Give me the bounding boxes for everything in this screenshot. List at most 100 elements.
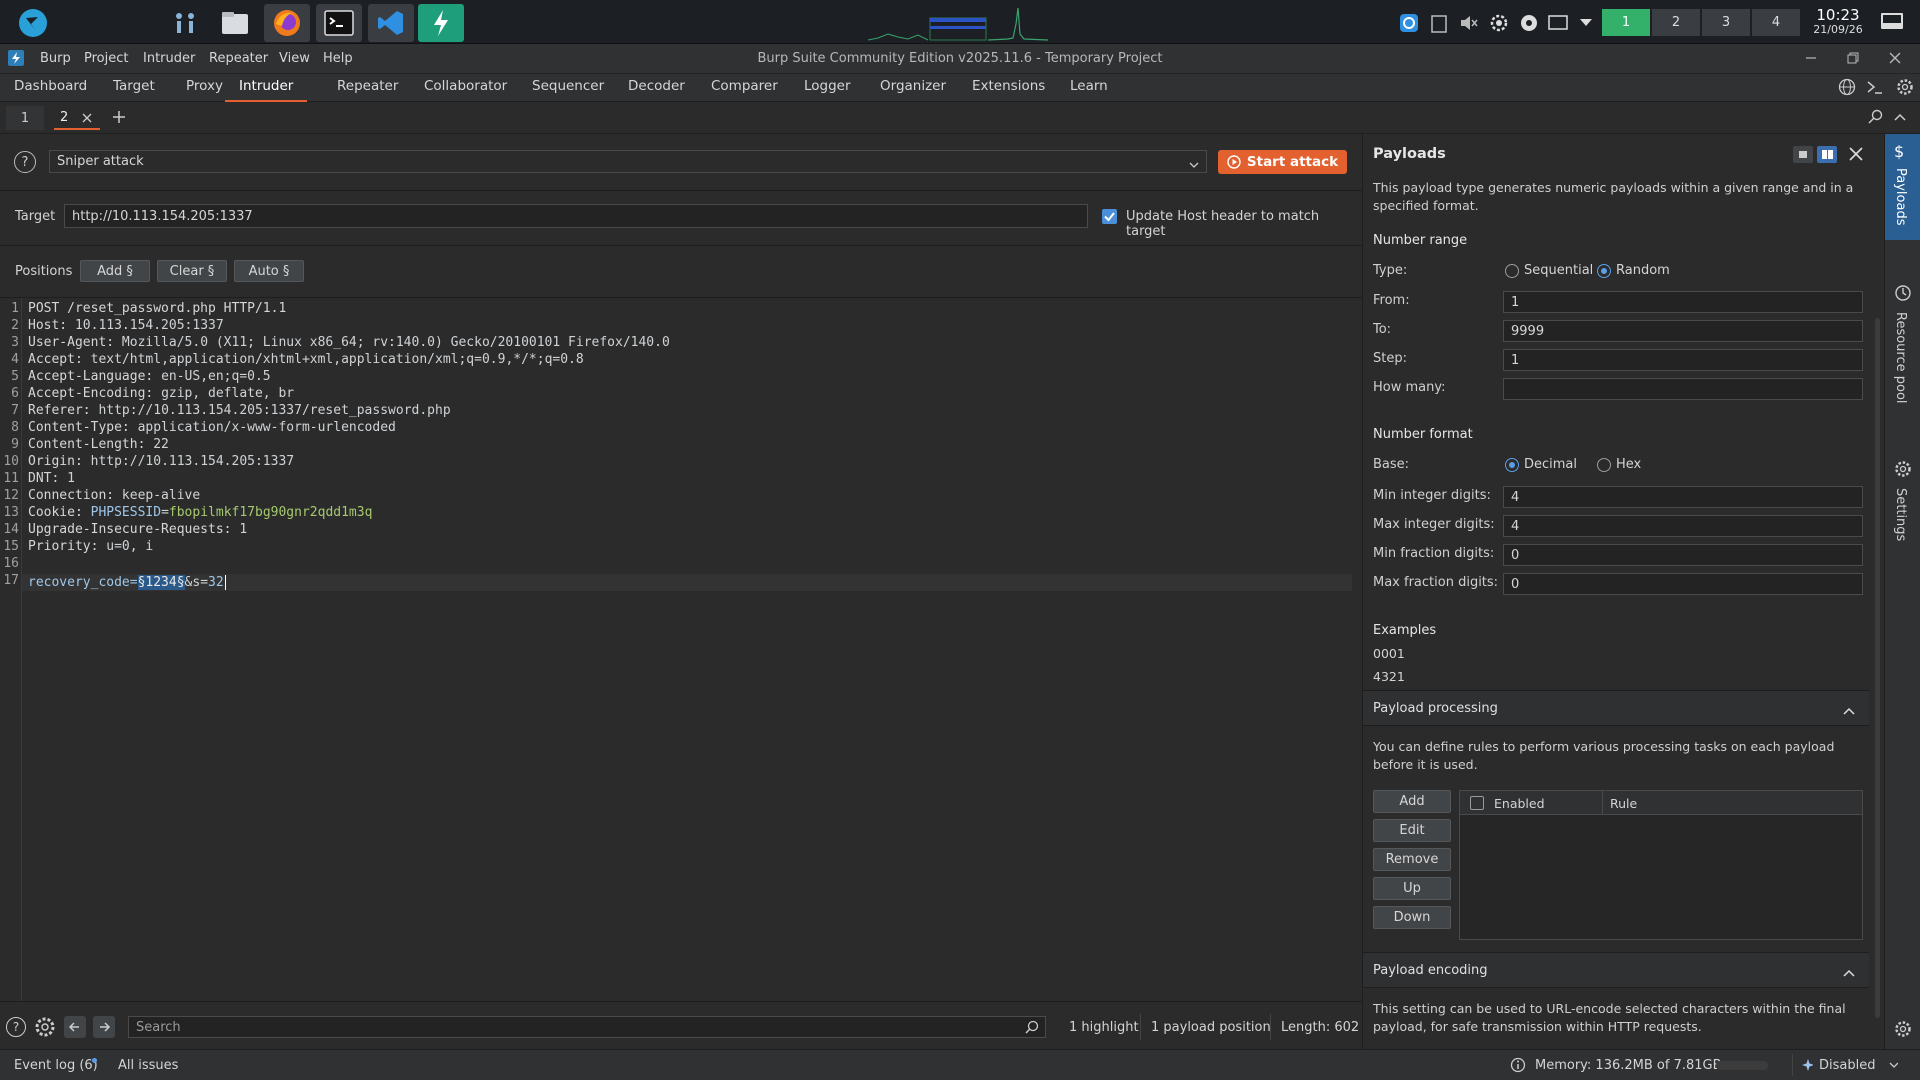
close-panel-icon[interactable] bbox=[1849, 147, 1863, 165]
workspace-3[interactable]: 3 bbox=[1702, 9, 1750, 36]
search-icon[interactable] bbox=[1025, 1020, 1039, 1038]
request-line[interactable]: User-Agent: Mozilla/5.0 (X11; Linux x86_… bbox=[28, 335, 670, 350]
rule-edit-button[interactable]: Edit bbox=[1373, 819, 1451, 842]
processing-chevron-up-icon[interactable] bbox=[1843, 704, 1855, 719]
rule-up-button[interactable]: Up bbox=[1373, 877, 1451, 900]
tab-dashboard[interactable]: Dashboard bbox=[14, 78, 87, 102]
request-line[interactable]: Referer: http://10.113.154.205:1337/rese… bbox=[28, 403, 451, 418]
forward-arrow-icon[interactable] bbox=[93, 1016, 115, 1038]
rule-add-button[interactable]: Add bbox=[1373, 790, 1451, 813]
request-line[interactable]: Priority: u=0, i bbox=[28, 539, 153, 554]
settings-gear-icon[interactable] bbox=[1896, 78, 1914, 100]
files-icon[interactable] bbox=[212, 4, 258, 42]
display-icon[interactable] bbox=[1547, 12, 1569, 34]
to-input[interactable]: 9999 bbox=[1503, 320, 1863, 342]
tab-comparer[interactable]: Comparer bbox=[711, 78, 778, 102]
tab-decoder[interactable]: Decoder bbox=[628, 78, 685, 102]
menu-burp[interactable]: Burp bbox=[40, 51, 71, 66]
menu-help[interactable]: Help bbox=[323, 51, 353, 66]
side-tab-settings[interactable]: Settings bbox=[1885, 460, 1920, 550]
side-tab-payloads[interactable]: $ Payloads bbox=[1885, 134, 1920, 240]
rule-remove-button[interactable]: Remove bbox=[1373, 848, 1451, 871]
request-line[interactable]: Accept-Language: en-US,en;q=0.5 bbox=[28, 369, 271, 384]
tab-proxy[interactable]: Proxy bbox=[186, 78, 223, 102]
min-fraction-input[interactable]: 0 bbox=[1503, 544, 1863, 566]
how-many-input[interactable] bbox=[1503, 378, 1863, 400]
back-arrow-icon[interactable] bbox=[64, 1016, 86, 1038]
type-sequential-radio[interactable] bbox=[1505, 264, 1519, 278]
clear-markers-button[interactable]: Clear § bbox=[157, 260, 227, 282]
tab-target[interactable]: Target bbox=[113, 78, 155, 102]
vscode-icon[interactable] bbox=[368, 4, 414, 42]
layout-toggle-2-icon[interactable] bbox=[1817, 146, 1837, 163]
settings-tray-icon[interactable] bbox=[1488, 12, 1510, 34]
step-input[interactable]: 1 bbox=[1503, 349, 1863, 371]
collapse-chevron-up-icon[interactable] bbox=[1894, 111, 1906, 126]
base-decimal-radio[interactable] bbox=[1505, 458, 1519, 472]
globe-icon[interactable] bbox=[1838, 78, 1856, 100]
max-fraction-input[interactable]: 0 bbox=[1503, 573, 1863, 595]
payload-marker[interactable]: §1234§ bbox=[137, 575, 185, 590]
all-issues-link[interactable]: All issues bbox=[118, 1058, 178, 1073]
command-prompt-icon[interactable] bbox=[1866, 78, 1884, 100]
subtab-2[interactable]: 2 bbox=[54, 106, 100, 130]
tray-chevron-down-icon[interactable] bbox=[1575, 12, 1597, 34]
from-input[interactable]: 1 bbox=[1503, 291, 1863, 313]
menu-intruder[interactable]: Intruder bbox=[143, 51, 195, 66]
request-line[interactable]: Connection: keep-alive bbox=[28, 488, 200, 503]
request-line[interactable]: Accept-Encoding: gzip, deflate, br bbox=[28, 386, 294, 401]
notifications-icon[interactable] bbox=[1878, 10, 1906, 32]
request-line[interactable]: Origin: http://10.113.154.205:1337 bbox=[28, 454, 294, 469]
tab-intruder[interactable]: Intruder bbox=[225, 78, 308, 102]
editor-scrollbar[interactable] bbox=[1352, 298, 1362, 1001]
rules-table[interactable]: Enabled Rule bbox=[1459, 790, 1863, 940]
request-line[interactable]: Content-Type: application/x-www-form-url… bbox=[28, 420, 396, 435]
enabled-header-checkbox[interactable] bbox=[1470, 796, 1484, 810]
tab-collaborator[interactable]: Collaborator bbox=[424, 78, 507, 102]
ai-toggle[interactable]: Disabled bbox=[1792, 1054, 1898, 1076]
search-tabs-icon[interactable] bbox=[1868, 109, 1884, 129]
workspace-2[interactable]: 2 bbox=[1652, 9, 1700, 36]
payloads-scrollbar[interactable] bbox=[1875, 318, 1880, 1018]
new-tab-plus-icon[interactable] bbox=[112, 110, 126, 128]
request-line[interactable]: Host: 10.113.154.205:1337 bbox=[28, 318, 224, 333]
tab-logger[interactable]: Logger bbox=[804, 78, 851, 102]
base-hex-radio[interactable] bbox=[1597, 458, 1611, 472]
target-url-input[interactable]: http://10.113.154.205:1337 bbox=[64, 204, 1088, 228]
request-line[interactable]: Upgrade-Insecure-Requests: 1 bbox=[28, 522, 247, 537]
launcher-icon[interactable] bbox=[10, 4, 56, 42]
tab-organizer[interactable]: Organizer bbox=[880, 78, 946, 102]
menu-project[interactable]: Project bbox=[84, 51, 128, 66]
workspace-4[interactable]: 4 bbox=[1752, 9, 1800, 36]
tab-repeater[interactable]: Repeater bbox=[337, 78, 398, 102]
request-line[interactable]: Content-Length: 22 bbox=[28, 437, 169, 452]
update-icon[interactable] bbox=[1398, 12, 1420, 34]
payload-processing-header[interactable]: Payload processing bbox=[1363, 690, 1869, 726]
min-integer-input[interactable]: 4 bbox=[1503, 486, 1863, 508]
side-tab-resource-pool[interactable]: Resource pool bbox=[1885, 284, 1920, 414]
rail-settings-icon[interactable] bbox=[1894, 1020, 1912, 1042]
max-integer-input[interactable]: 4 bbox=[1503, 515, 1863, 537]
terminal-icon[interactable] bbox=[316, 4, 362, 42]
layout-toggle-1-icon[interactable] bbox=[1793, 146, 1813, 163]
tab-extensions[interactable]: Extensions bbox=[972, 78, 1045, 102]
start-attack-button[interactable]: Start attack bbox=[1218, 150, 1347, 174]
request-line[interactable]: Accept: text/html,application/xhtml+xml,… bbox=[28, 352, 584, 367]
help-icon[interactable]: ? bbox=[14, 151, 36, 173]
network-tool-icon[interactable] bbox=[162, 4, 208, 42]
request-editor[interactable]: 1 2 3 4 5 6 7 8 9 10 11 12 13 14 15 16 17 POST /reset_pa… bbox=[0, 298, 1362, 1001]
update-host-checkbox[interactable] bbox=[1102, 209, 1117, 224]
encoding-chevron-up-icon[interactable] bbox=[1843, 966, 1855, 981]
request-line[interactable]: DNT: 1 bbox=[28, 471, 75, 486]
request-line[interactable]: Cookie: PHPSESSID=fbopilmkf17bg90gnr2qdd… bbox=[28, 505, 372, 520]
menu-repeater[interactable]: Repeater bbox=[209, 51, 268, 66]
payload-encoding-header[interactable]: Payload encoding bbox=[1363, 952, 1869, 988]
type-random-radio[interactable] bbox=[1597, 264, 1611, 278]
tab-sequencer[interactable]: Sequencer bbox=[532, 78, 604, 102]
restore-icon[interactable] bbox=[1846, 48, 1860, 68]
editor-search-input[interactable]: Search bbox=[128, 1016, 1046, 1038]
tab-learn[interactable]: Learn bbox=[1070, 78, 1108, 102]
menu-view[interactable]: View bbox=[279, 51, 310, 66]
minimize-icon[interactable] bbox=[1804, 48, 1818, 68]
subtab-1[interactable]: 1 bbox=[6, 106, 44, 130]
